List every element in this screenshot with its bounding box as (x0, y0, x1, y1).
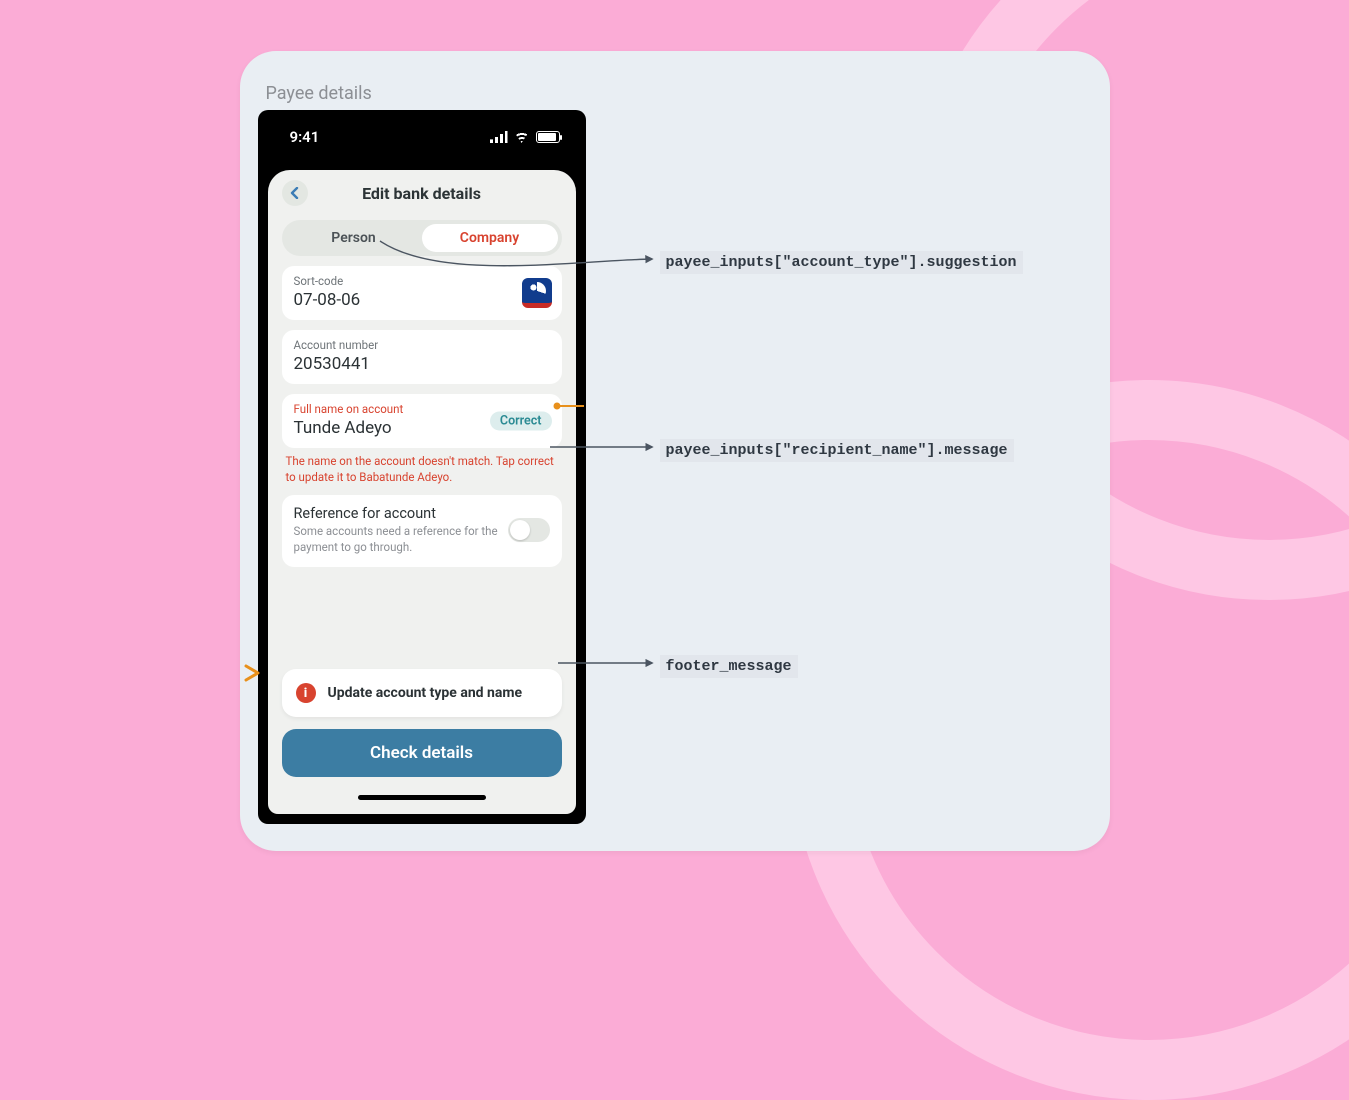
diagram-card: Payee details 9:41 Edit bank (240, 51, 1110, 851)
connector-arrows (240, 51, 1110, 851)
